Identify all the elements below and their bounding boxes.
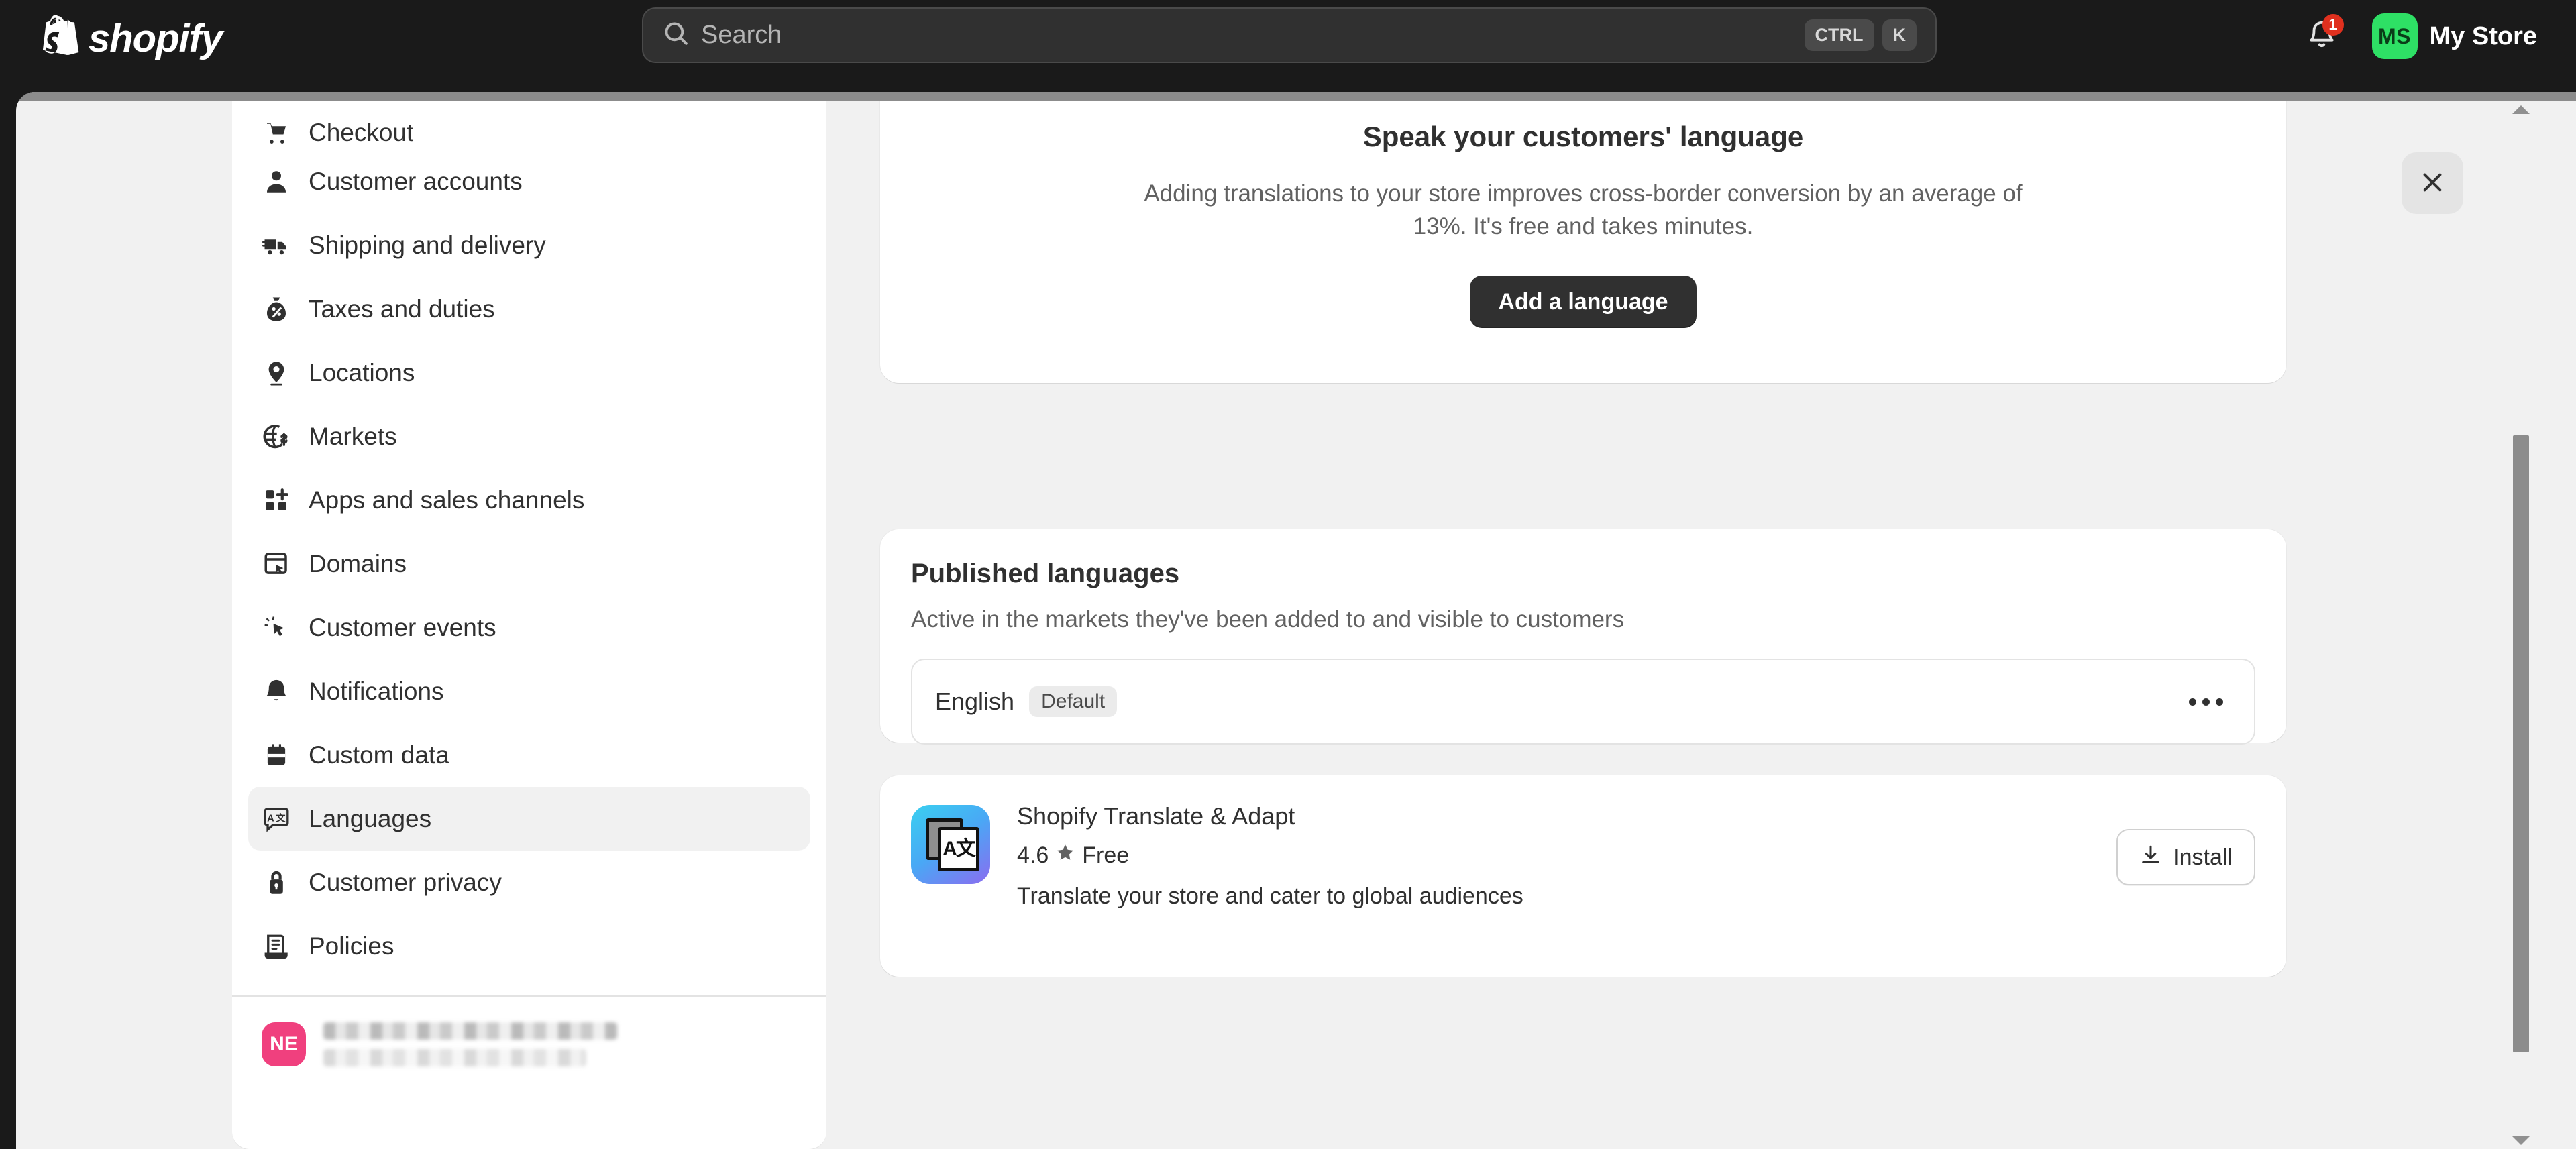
sidebar-item-customer-accounts[interactable]: Customer accounts	[248, 150, 810, 213]
svg-text:文: 文	[276, 812, 286, 824]
sidebar-item-label: Policies	[309, 932, 394, 960]
list-item[interactable]: English Default	[911, 659, 2255, 745]
published-languages-subtitle: Active in the markets they've been added…	[911, 606, 1625, 633]
topbar-right-controls: 1 MS My Store	[2298, 9, 2544, 63]
app-name: Shopify Translate & Adapt	[1017, 802, 1295, 830]
bell-icon	[262, 677, 291, 706]
app-rating: 4.6	[1017, 842, 1049, 868]
apps-grid-plus-icon	[262, 486, 291, 515]
more-horizontal-icon[interactable]	[2181, 689, 2231, 715]
sidebar-item-label: Locations	[309, 358, 415, 386]
person-icon	[262, 167, 291, 197]
close-icon	[2418, 168, 2447, 199]
settings-sidebar: Checkout Customer accounts Shipping and …	[232, 101, 826, 1149]
app-description: Translate your store and cater to global…	[1017, 883, 1523, 909]
page-shell: Checkout Customer accounts Shipping and …	[16, 92, 2576, 1149]
sidebar-item-customer-privacy[interactable]: Customer privacy	[248, 851, 810, 914]
horizontal-scrollbar[interactable]	[16, 92, 2576, 101]
shopify-logo[interactable]: shopify	[38, 15, 223, 63]
sidebar-item-markets[interactable]: Markets	[248, 404, 810, 468]
globe-dollar-icon	[262, 422, 291, 451]
settings-nav-list: Checkout Customer accounts Shipping and …	[232, 101, 826, 978]
search-icon	[662, 19, 701, 51]
translate-icon: A文	[262, 804, 291, 834]
status-badge: Default	[1029, 686, 1118, 717]
sidebar-item-notifications[interactable]: Notifications	[248, 659, 810, 723]
app-rating-and-price: 4.6 Free	[1017, 842, 2116, 869]
sidebar-item-shipping-and-delivery[interactable]: Shipping and delivery	[248, 213, 810, 277]
search-shortcut-hint: CTRL K	[1804, 19, 1917, 51]
shortcut-key-ctrl: CTRL	[1804, 19, 1874, 51]
domains-window-icon	[262, 549, 291, 579]
money-bag-percent-icon	[262, 294, 291, 324]
language-name: English	[935, 688, 1015, 715]
lock-icon	[262, 868, 291, 897]
chevron-down-icon[interactable]	[2512, 1136, 2530, 1145]
checkout-cart-icon	[262, 117, 291, 147]
sidebar-item-label: Languages	[309, 804, 432, 832]
svg-text:A: A	[267, 813, 274, 824]
sidebar-item-label: Customer accounts	[309, 167, 523, 195]
install-button[interactable]: Install	[2116, 829, 2255, 885]
sidebar-user-account[interactable]: NE	[232, 997, 826, 1092]
download-icon	[2139, 844, 2162, 871]
promo-description: Adding translations to your store improv…	[1144, 180, 2023, 240]
sidebar-item-label: Domains	[309, 549, 407, 578]
sidebar-item-label: Taxes and duties	[309, 294, 495, 323]
sidebar-item-label: Apps and sales channels	[309, 486, 585, 514]
sidebar-item-label: Shipping and delivery	[309, 231, 546, 259]
database-icon	[262, 741, 291, 770]
avatar: NE	[262, 1022, 306, 1066]
search-input[interactable]: Search	[701, 21, 1805, 50]
app-recommendation-card: A文 Shopify Translate & Adapt 4.6 Free Tr…	[880, 775, 2286, 977]
chevron-up-icon[interactable]	[2512, 105, 2530, 114]
policies-document-icon	[262, 932, 291, 961]
sidebar-item-label: Customer events	[309, 613, 496, 641]
sidebar-item-apps-and-sales-channels[interactable]: Apps and sales channels	[248, 468, 810, 532]
store-avatar: MS	[2371, 13, 2418, 59]
notification-count-badge: 1	[2322, 14, 2344, 36]
translate-adapt-app-icon: A文	[911, 805, 990, 884]
sidebar-item-label: Custom data	[309, 741, 449, 769]
sidebar-item-label: Markets	[309, 422, 397, 450]
sidebar-item-custom-data[interactable]: Custom data	[248, 723, 810, 787]
store-name: My Store	[2429, 21, 2537, 50]
user-detail-redacted	[323, 1049, 586, 1066]
sidebar-item-label: Checkout	[309, 119, 414, 146]
shopify-bag-logo-icon	[38, 15, 79, 63]
star-icon	[1055, 842, 1075, 869]
global-search[interactable]: Search CTRL K	[642, 7, 1937, 63]
main-content: Speak your customers' language Adding tr…	[826, 101, 2533, 1149]
delivery-truck-icon	[262, 231, 291, 260]
sidebar-item-locations[interactable]: Locations	[248, 341, 810, 404]
sidebar-item-languages[interactable]: A文 Languages	[248, 787, 810, 851]
sidebar-item-domains[interactable]: Domains	[248, 532, 810, 596]
published-languages-title: Published languages	[911, 559, 1180, 588]
user-name-redacted	[323, 1022, 617, 1040]
sidebar-item-customer-events[interactable]: Customer events	[248, 596, 810, 659]
app-details: Shopify Translate & Adapt 4.6 Free Trans…	[1017, 802, 2116, 910]
scrollbar-thumb[interactable]	[2513, 435, 2529, 1052]
notifications-button[interactable]: 1	[2298, 13, 2345, 60]
published-languages-card: Published languages Active in the market…	[880, 529, 2286, 745]
vertical-scrollbar[interactable]	[2509, 101, 2533, 1149]
top-bar: shopify Search CTRL K 1 MS My Store	[0, 0, 2576, 92]
sidebar-item-checkout[interactable]: Checkout	[248, 101, 810, 150]
shortcut-key-k: K	[1882, 19, 1917, 51]
app-price: Free	[1082, 842, 1130, 868]
shopify-wordmark: shopify	[89, 17, 223, 60]
page-title: Speak your customers' language	[1362, 120, 1804, 152]
sidebar-item-label: Customer privacy	[309, 868, 502, 896]
sidebar-item-label: Notifications	[309, 677, 444, 705]
click-cursor-icon	[262, 613, 291, 643]
store-switcher[interactable]: MS My Store	[2365, 9, 2544, 63]
add-language-button[interactable]: Add a language	[1470, 276, 1697, 328]
user-redacted-info	[323, 1022, 617, 1066]
location-pin-icon	[262, 358, 291, 388]
close-button[interactable]	[2402, 152, 2463, 214]
sidebar-item-policies[interactable]: Policies	[248, 914, 810, 978]
sidebar-item-taxes-and-duties[interactable]: Taxes and duties	[248, 277, 810, 341]
language-promo-card: Speak your customers' language Adding tr…	[880, 101, 2286, 383]
install-button-label: Install	[2173, 844, 2233, 870]
